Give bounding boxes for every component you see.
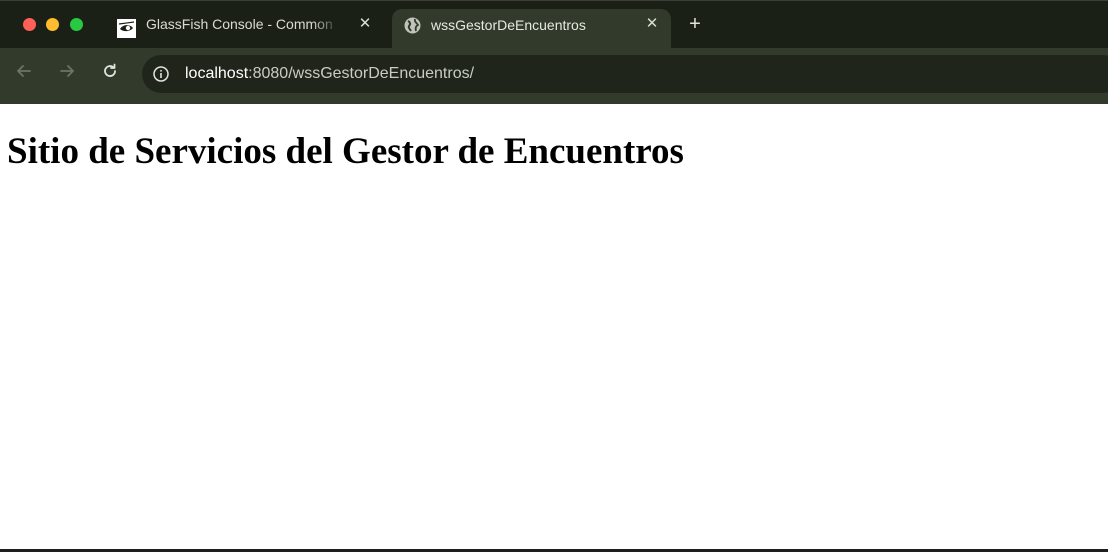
close-icon[interactable]: ✕ <box>355 14 375 34</box>
reload-button[interactable] <box>99 62 121 84</box>
glassfish-icon <box>117 19 136 38</box>
browser-window: GlassFish Console - Common ✕ wssGestorDe… <box>0 0 1108 552</box>
window-close-button[interactable] <box>23 18 36 31</box>
window-maximize-button[interactable] <box>70 18 83 31</box>
page-heading: Sitio de Servicios del Gestor de Encuent… <box>7 131 684 172</box>
address-bar[interactable]: localhost:8080/wssGestorDeEncuentros/ <box>142 55 1108 93</box>
forward-button[interactable] <box>56 62 78 84</box>
tab-title: wssGestorDeEncuentros <box>431 17 586 33</box>
window-minimize-button[interactable] <box>46 18 59 31</box>
close-icon[interactable]: ✕ <box>642 14 662 34</box>
globe-icon <box>403 16 422 35</box>
tab-title: GlassFish Console - Common <box>146 16 333 32</box>
site-info-icon[interactable] <box>152 65 170 83</box>
page-content: Sitio de Servicios del Gestor de Encuent… <box>0 104 1108 549</box>
arrow-right-icon <box>60 65 74 77</box>
tab-strip: GlassFish Console - Common ✕ wssGestorDe… <box>0 0 1108 49</box>
url-text: localhost:8080/wssGestorDeEncuentros/ <box>185 65 474 83</box>
reload-icon <box>104 63 116 77</box>
new-tab-button[interactable]: + <box>684 13 706 35</box>
tab-glassfish-console[interactable]: GlassFish Console - Common ✕ <box>103 9 388 49</box>
url-host: localhost <box>185 65 249 82</box>
tab-wss-gestor[interactable]: wssGestorDeEncuentros ✕ <box>392 9 671 49</box>
back-button[interactable] <box>13 62 35 84</box>
browser-toolbar: localhost:8080/wssGestorDeEncuentros/ <box>0 48 1108 104</box>
tab-title-fade <box>311 11 341 39</box>
arrow-left-icon <box>17 65 31 77</box>
url-path: :8080/wssGestorDeEncuentros/ <box>248 65 475 82</box>
